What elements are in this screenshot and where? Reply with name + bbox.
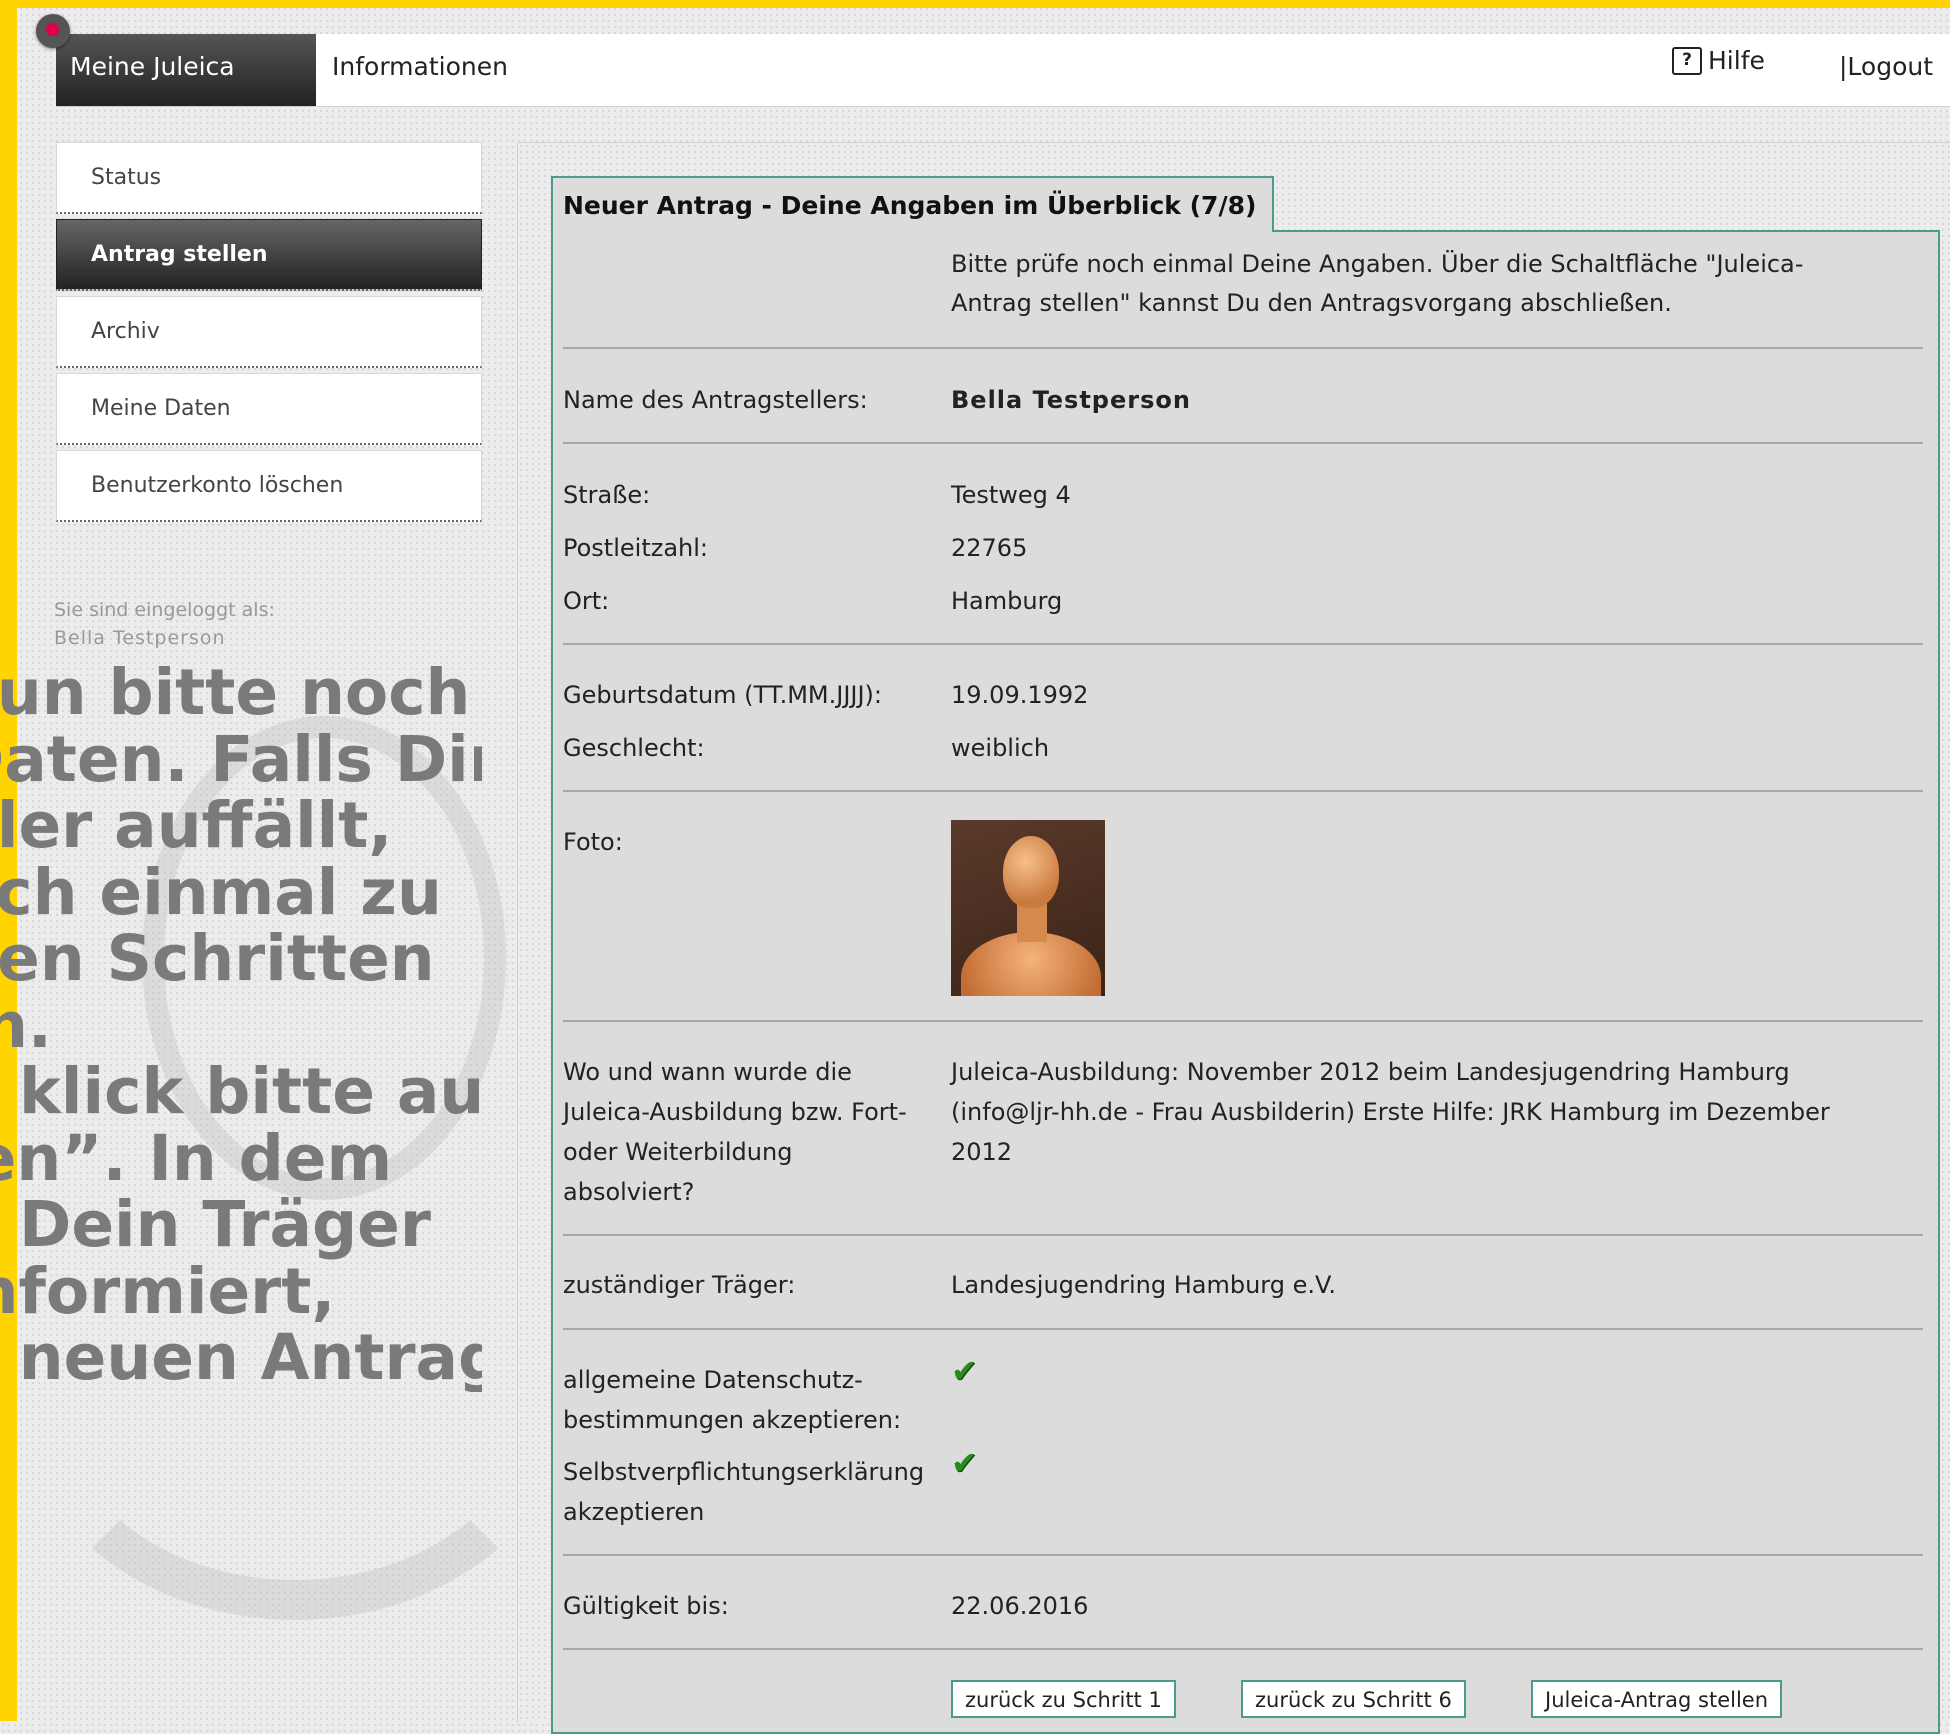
form-title: Neuer Antrag - Deine Angaben im Überblic… xyxy=(551,176,1275,232)
intro-text-line: Antrag stellen" kannst Du den Antragsvor… xyxy=(951,289,1672,317)
photo-label: Foto: xyxy=(563,828,623,856)
birthdate-label: Geburtsdatum (TT.MM.JJJJ): xyxy=(563,681,883,709)
commitment-label-line: Selbstverpflichtungserklärung xyxy=(563,1458,925,1486)
training-label-line: Juleica-Ausbildung bzw. Fort- xyxy=(563,1098,907,1126)
divider xyxy=(563,1648,1923,1650)
back-to-step-1-button[interactable]: zurück zu Schritt 1 xyxy=(951,1680,1176,1718)
overlay-line: och einmal zu xyxy=(0,855,442,929)
name-label: Name des Antragstellers: xyxy=(563,386,868,414)
intro-text-line: Bitte prüfe noch einmal Deine Angaben. Ü… xyxy=(951,250,1804,278)
carrier-value: Landesjugendring Hamburg e.V. xyxy=(951,1271,1336,1299)
divider xyxy=(563,643,1923,645)
help-icon: ? xyxy=(1672,46,1702,75)
privacy-label-line: bestimmungen akzeptieren: xyxy=(563,1406,902,1434)
gender-label: Geschlecht: xyxy=(563,734,705,762)
overlay-line: rn. xyxy=(0,988,52,1062)
validity-label: Gültigkeit bis: xyxy=(563,1592,729,1620)
login-status-label: Sie sind eingeloggt als: xyxy=(54,599,275,621)
submit-application-button[interactable]: Juleica-Antrag stellen xyxy=(1531,1680,1783,1718)
sidebar-item-antrag-stellen[interactable]: Antrag stellen xyxy=(56,219,482,291)
profile-photo xyxy=(951,820,1105,996)
street-label: Straße: xyxy=(563,481,651,509)
logout-link[interactable]: |Logout xyxy=(1839,52,1933,81)
help-label: Hilfe xyxy=(1708,46,1765,75)
sidebar-item-meine-daten[interactable]: Meine Daten xyxy=(56,373,482,445)
brand-top-strip xyxy=(0,0,1950,8)
divider xyxy=(563,1234,1923,1236)
training-value-line: (info@ljr-hh.de - Frau Ausbilderin) Erst… xyxy=(951,1098,1830,1126)
training-label-line: absolviert? xyxy=(563,1178,695,1206)
login-status-user: Bella Testperson xyxy=(54,627,226,649)
sidebar-item-status[interactable]: Status xyxy=(56,142,482,214)
street-value: Testweg 4 xyxy=(951,481,1071,509)
birthdate-value: 19.09.1992 xyxy=(951,681,1089,709)
name-value: Bella Testperson xyxy=(951,386,1191,414)
city-label: Ort: xyxy=(563,587,610,615)
checkmark-icon: ✔ xyxy=(951,1352,978,1390)
overlay-line: n neuen Antrag xyxy=(0,1321,482,1392)
summary-form: Bitte prüfe noch einmal Deine Angaben. Ü… xyxy=(551,230,1940,1734)
training-value-line: 2012 xyxy=(951,1138,1013,1166)
overlay-line: nun bitte noch xyxy=(0,660,471,729)
overlay-line: informiert, xyxy=(0,1254,336,1328)
sidebar-item-benutzerkonto-loeschen[interactable]: Benutzerkonto löschen xyxy=(56,450,482,522)
divider xyxy=(563,1020,1923,1022)
overlay-line: hler auffällt, xyxy=(0,789,393,862)
overlay-line: gen Schritten xyxy=(0,922,435,995)
checkmark-icon: ✔ xyxy=(951,1444,978,1482)
top-navigation: Meine Juleica Informationen ? Hilfe |Log… xyxy=(56,34,1950,107)
overlay-line: d Dein Träger xyxy=(0,1188,431,1261)
privacy-label-line: allgemeine Datenschutz- xyxy=(563,1366,863,1394)
pin-icon xyxy=(36,14,70,48)
gender-value: weiblich xyxy=(951,734,1050,762)
carrier-label: zuständiger Träger: xyxy=(563,1271,796,1299)
divider xyxy=(563,347,1923,349)
sidebar-menu: Status Antrag stellen Archiv Meine Daten… xyxy=(56,142,482,527)
divider xyxy=(563,790,1923,792)
training-label-line: oder Weiterbildung xyxy=(563,1138,793,1166)
overlay-line: d klick bitte auf xyxy=(0,1055,482,1128)
back-to-step-6-button[interactable]: zurück zu Schritt 6 xyxy=(1241,1680,1466,1718)
overlay-line: len”. In dem xyxy=(0,1121,393,1195)
login-status: Sie sind eingeloggt als: Bella Testperso… xyxy=(54,596,275,652)
divider xyxy=(563,442,1923,444)
divider xyxy=(563,1328,1923,1330)
validity-value: 22.06.2016 xyxy=(951,1592,1089,1620)
divider xyxy=(563,1554,1923,1556)
training-label-line: Wo und wann wurde die xyxy=(563,1058,852,1086)
overlay-line: Daten. Falls Dir xyxy=(0,722,482,796)
zip-label: Postleitzahl: xyxy=(563,534,708,562)
zip-value: 22765 xyxy=(951,534,1028,562)
sidebar-item-archiv[interactable]: Archiv xyxy=(56,296,482,368)
commitment-label-line: akzeptieren xyxy=(563,1498,705,1526)
tab-meine-juleica[interactable]: Meine Juleica xyxy=(56,34,316,106)
help-link[interactable]: ? Hilfe xyxy=(1672,46,1765,75)
training-value-line: Juleica-Ausbildung: November 2012 beim L… xyxy=(951,1058,1790,1086)
city-value: Hamburg xyxy=(951,587,1063,615)
tab-informationen[interactable]: Informationen xyxy=(332,34,508,106)
overlay-instruction-text: nun bitte noch Daten. Falls Dir hler auf… xyxy=(0,660,482,1392)
